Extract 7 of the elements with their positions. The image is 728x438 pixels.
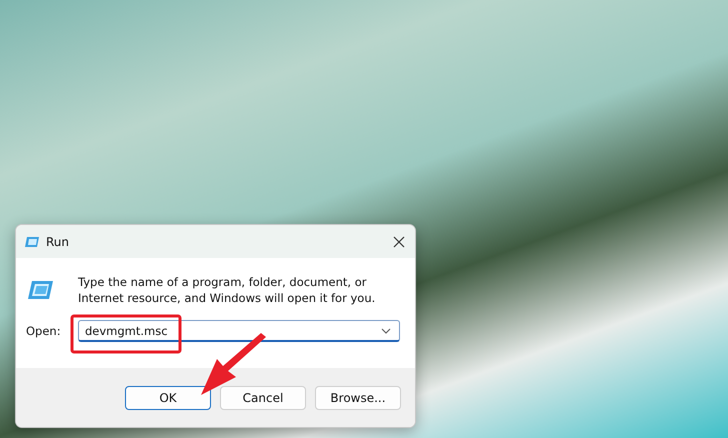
instruction-text: Type the name of a program, folder, document, or Internet resource, and Windows will open it for you.	[78, 274, 376, 306]
open-combo-box[interactable]: devmgmt.msc	[78, 320, 400, 342]
open-label: Open:	[26, 324, 62, 338]
dialog-button[interactable]: OK	[125, 386, 211, 410]
dialog-button[interactable]: Cancel	[220, 386, 306, 410]
window-title: Run	[46, 234, 70, 248]
dialog-button[interactable]: Browse...	[315, 386, 401, 410]
